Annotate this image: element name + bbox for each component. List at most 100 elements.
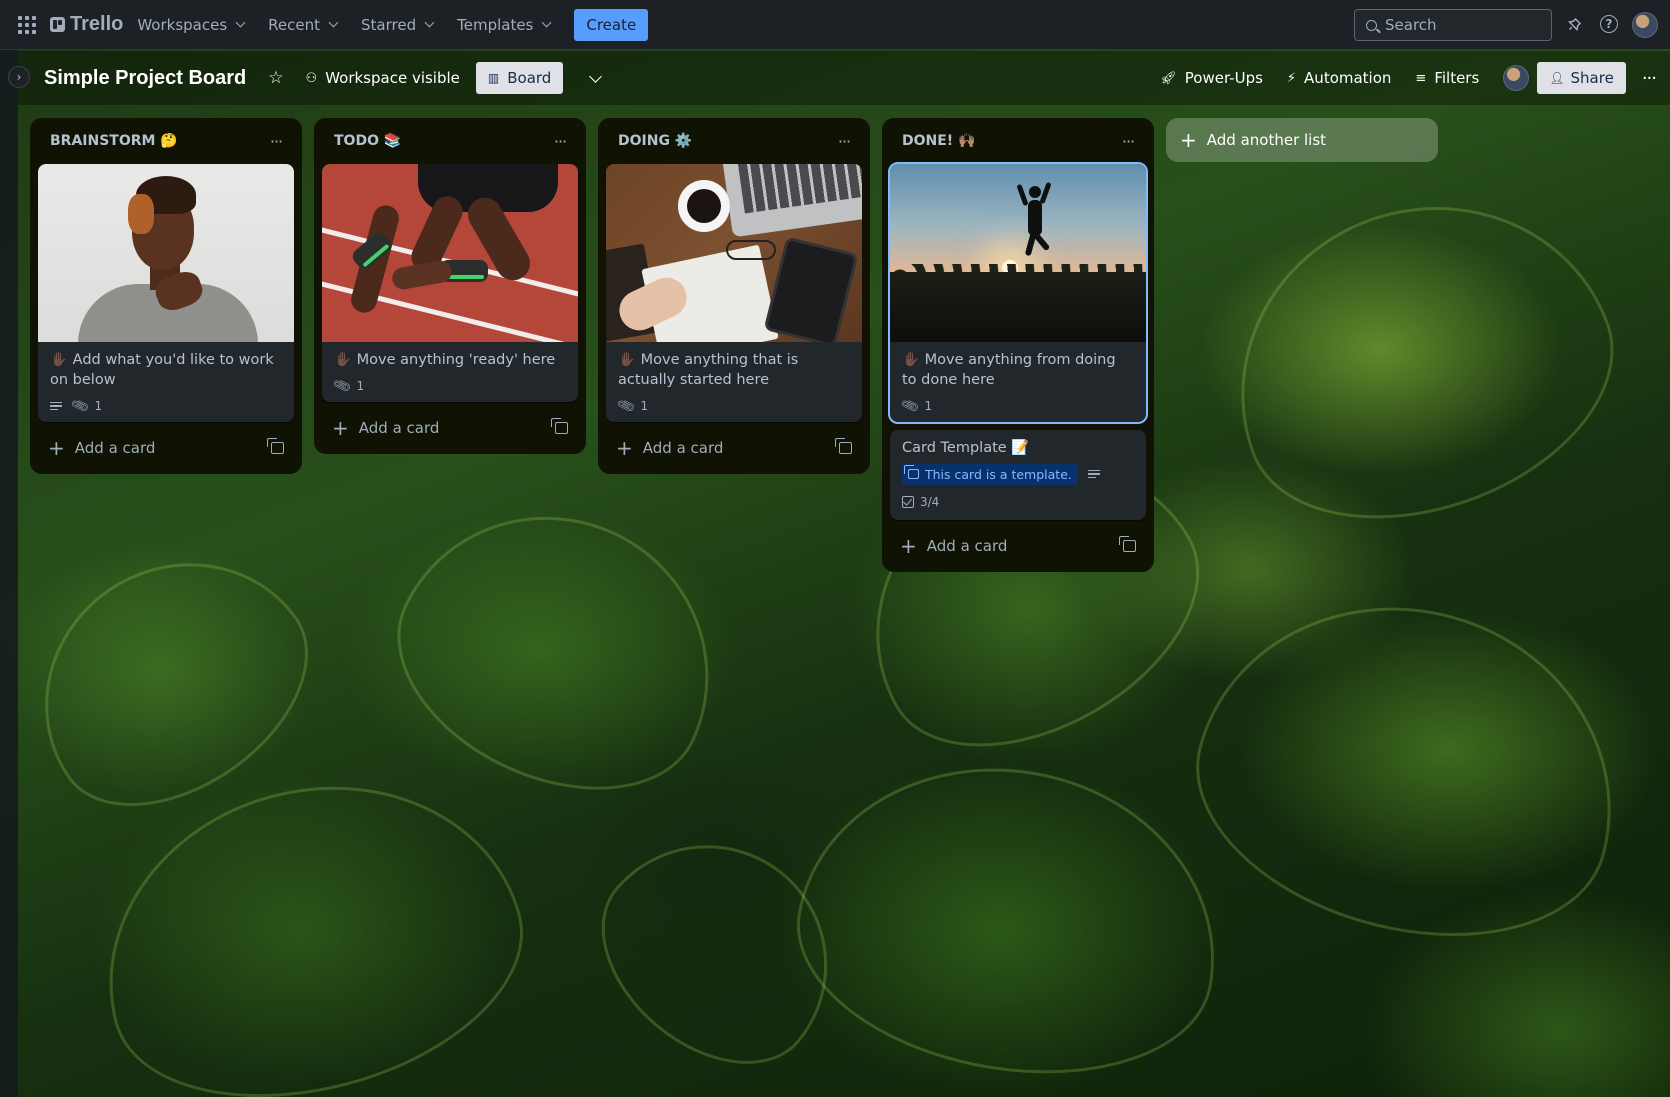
- chevron-down-icon: [424, 17, 435, 28]
- add-list-label: Add another list: [1206, 131, 1327, 149]
- paperclip-icon: 📎︎: [331, 376, 353, 396]
- card-title: ✋🏿 Move anything 'ready' here: [334, 352, 556, 368]
- card-badges: This card is a template.: [902, 462, 1134, 486]
- list-title[interactable]: DONE! 🙌🏽: [902, 133, 976, 149]
- card-title: Card Template 📝: [902, 440, 1030, 456]
- chevron-down-icon: [588, 69, 602, 83]
- card-title: ✋🏿 Move anything from doing to done here: [902, 352, 1116, 388]
- template-icon: [904, 465, 919, 479]
- rocket-icon: 🚀︎: [1160, 70, 1177, 86]
- list-doing: DOING ⚙️ ··· ✋🏿 Move anything that is ac…: [598, 118, 870, 474]
- create-from-template-icon[interactable]: [267, 438, 284, 454]
- card[interactable]: ✋🏿 Move anything 'ready' here 📎︎ 1: [322, 164, 578, 402]
- attachment-badge: 📎︎ 1: [70, 396, 102, 416]
- more-icon[interactable]: ···: [1642, 68, 1657, 89]
- list-todo: TODO 📚 ··· ✋🏿 Move anything 'ready' here…: [314, 118, 586, 454]
- automation-label: Automation: [1304, 69, 1392, 87]
- help-icon[interactable]: ?: [1600, 15, 1618, 33]
- board-title[interactable]: Simple Project Board: [44, 67, 246, 90]
- add-member-icon: 👤︎: [1549, 71, 1565, 85]
- plus-icon: +: [48, 436, 65, 460]
- list-menu-icon[interactable]: ···: [262, 127, 290, 155]
- card[interactable]: ✋🏿 Add what you'd like to work on below …: [38, 164, 294, 422]
- attachment-count: 1: [640, 399, 649, 413]
- view-switcher-button[interactable]: [579, 62, 611, 94]
- chevron-down-icon: [328, 17, 339, 28]
- attachment-badge: 📎︎ 1: [899, 396, 932, 416]
- sidebar-expand-button[interactable]: ›: [8, 66, 30, 88]
- star-icon[interactable]: ☆: [268, 68, 283, 88]
- list-menu-icon[interactable]: ···: [830, 127, 858, 155]
- list-title[interactable]: BRAINSTORM 🤔: [50, 133, 178, 149]
- board-view-button[interactable]: ▥ Board: [475, 62, 564, 94]
- card-title: ✋🏿 Move anything that is actually starte…: [618, 352, 799, 388]
- nav-workspaces[interactable]: Workspaces: [127, 9, 254, 41]
- nav-workspaces-label: Workspaces: [137, 15, 228, 34]
- automation-button[interactable]: ⚡︎ Automation: [1287, 69, 1392, 87]
- card[interactable]: ✋🏿 Move anything from doing to done here…: [888, 162, 1148, 424]
- nav-templates[interactable]: Templates: [447, 9, 560, 41]
- template-badge: This card is a template.: [902, 463, 1078, 485]
- create-from-template-icon[interactable]: [1119, 536, 1136, 552]
- add-card-label: Add a card: [358, 419, 440, 437]
- member-avatar[interactable]: [1503, 65, 1530, 91]
- nav-starred[interactable]: Starred: [351, 9, 443, 41]
- board-view-icon: ▥: [487, 71, 500, 85]
- card-template[interactable]: Card Template 📝 This card is a template.…: [890, 430, 1146, 520]
- card-badges: 📎︎ 1: [331, 376, 566, 396]
- card-cover-image: [606, 164, 862, 342]
- create-from-template-icon[interactable]: [835, 438, 852, 454]
- create-from-template-icon[interactable]: [551, 418, 568, 434]
- share-button[interactable]: 👤︎ Share: [1537, 62, 1626, 94]
- card-cover-image: [38, 164, 294, 342]
- list-menu-icon[interactable]: ···: [1114, 127, 1142, 155]
- notifications-bell-icon[interactable]: [1564, 15, 1584, 35]
- search-input[interactable]: Search: [1354, 9, 1552, 41]
- nav-templates-label: Templates: [457, 15, 534, 34]
- checklist-icon: [902, 496, 914, 508]
- plus-icon: +: [900, 534, 917, 558]
- list-done: DONE! 🙌🏽 ··· ✋🏿 Move anything from doing…: [882, 118, 1154, 572]
- app-switcher-icon[interactable]: [18, 15, 36, 34]
- checklist-count: 3/4: [920, 495, 940, 509]
- list-menu-icon[interactable]: ···: [546, 127, 574, 155]
- trello-logo[interactable]: Trello: [50, 13, 123, 36]
- people-icon: ⚇: [305, 70, 318, 86]
- visibility-button[interactable]: ⚇ Workspace visible: [306, 69, 460, 87]
- nav-starred-label: Starred: [361, 15, 417, 34]
- chevron-down-icon: [235, 17, 246, 28]
- list-title[interactable]: TODO 📚: [334, 133, 401, 149]
- add-card-label: Add a card: [74, 439, 156, 457]
- card-cover-image: [322, 164, 578, 342]
- logo-text: Trello: [70, 13, 124, 35]
- add-card-button[interactable]: + Add a card: [890, 528, 1146, 564]
- card[interactable]: ✋🏿 Move anything that is actually starte…: [606, 164, 862, 422]
- nav-recent[interactable]: Recent: [258, 9, 347, 41]
- paperclip-icon: 📎︎: [899, 396, 921, 416]
- lightning-icon: ⚡︎: [1286, 70, 1297, 86]
- list-header: DONE! 🙌🏽 ···: [890, 118, 1146, 164]
- power-ups-button[interactable]: 🚀︎ Power-Ups: [1160, 69, 1263, 87]
- nav-recent-label: Recent: [268, 15, 321, 34]
- attachment-badge: 📎︎ 1: [616, 396, 649, 416]
- description-icon: [1087, 469, 1100, 479]
- list-title[interactable]: DOING ⚙️: [618, 133, 692, 149]
- filters-button[interactable]: ≡ Filters: [1415, 69, 1479, 87]
- list-brainstorm: BRAINSTORM 🤔 ··· ✋🏿 Add what you'd like …: [30, 118, 302, 474]
- add-list-button[interactable]: + Add another list: [1166, 118, 1438, 162]
- search-placeholder: Search: [1385, 16, 1437, 34]
- board-header: Simple Project Board ☆ ⚇ Workspace visib…: [18, 51, 1670, 105]
- share-label: Share: [1570, 69, 1614, 87]
- plus-icon: +: [1180, 128, 1197, 152]
- create-button[interactable]: Create: [574, 8, 649, 41]
- card-badges: 📎︎ 1: [50, 396, 282, 416]
- add-card-button[interactable]: + Add a card: [606, 430, 862, 466]
- list-header: BRAINSTORM 🤔 ···: [38, 118, 294, 164]
- card-badges: 📎︎ 1: [616, 396, 850, 416]
- add-card-button[interactable]: + Add a card: [322, 410, 578, 446]
- description-icon: [50, 401, 62, 411]
- add-card-button[interactable]: + Add a card: [38, 430, 294, 466]
- user-avatar[interactable]: [1632, 12, 1658, 38]
- card-title: ✋🏿 Add what you'd like to work on below: [50, 352, 274, 388]
- chevron-down-icon: [541, 17, 552, 28]
